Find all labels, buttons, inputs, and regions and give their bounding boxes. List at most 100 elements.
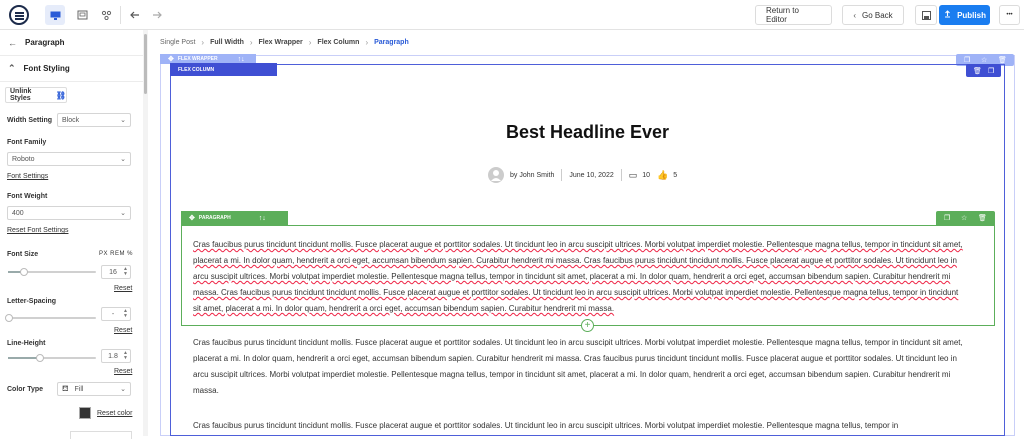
move-up-down-icon[interactable]: ↑↓ [259,215,266,222]
paragraph-text[interactable]: Cras faucibus purus tincidunt tincidunt … [193,335,963,399]
undo-icon[interactable] [125,5,145,25]
font-size-label: Font Size [7,251,39,258]
comment-count: 10 [642,171,651,179]
chevron-down-icon: ⌄ [120,156,126,163]
save-icon[interactable] [915,5,937,25]
paragraph-tools: ❐ ☆ 🗑 [936,211,995,225]
upload-icon [943,10,952,20]
back-arrow-icon[interactable]: ← [8,38,17,48]
app-logo-icon[interactable] [9,5,29,25]
width-setting-label: Width Setting [7,117,53,124]
line-height-value: 1.8 [108,352,118,360]
color-swatch[interactable] [79,407,91,419]
chevron-right-icon: › [365,38,369,47]
add-element-button[interactable]: + [581,319,594,332]
top-toolbar: Return to Editor ‹ Go Back Publish ••• [0,0,1024,30]
font-styling-section[interactable]: ⌃ Font Styling [0,56,147,82]
reset-color-link[interactable]: Reset color [97,410,132,417]
line-height-label: Line-Height [7,340,46,347]
trash-icon[interactable]: 🗑 [978,214,987,222]
breadcrumb: Single Post › Full Width › Flex Wrapper … [160,38,415,47]
font-weight-select[interactable]: 400 ⌄ [7,206,131,220]
chevron-right-icon: › [249,38,253,47]
font-weight-label: Font Weight [7,193,48,200]
comment-icon: ▭ [628,169,638,180]
breadcrumb-item[interactable]: Flex Column [317,39,359,46]
letter-spacing-input[interactable]: - ▲ ▼ [101,307,131,321]
author-name[interactable]: by John Smith [510,172,554,179]
flex-column-tab[interactable]: FLEX COLUMN [170,63,277,76]
font-size-input[interactable]: 16 ▲ ▼ [101,265,131,279]
templates-icon[interactable] [72,5,92,25]
more-icon: ••• [1006,12,1013,18]
paragraph-label: PARAGRAPH [198,215,231,221]
unlink-styles-label: Unlink Styles [10,88,32,102]
link-icon: ⛓ [55,90,66,100]
move-icon: ✥ [168,56,174,63]
next-control-partial [70,431,132,439]
font-size-reset-link[interactable]: Reset [114,285,132,292]
breadcrumb-item[interactable]: Single Post [160,39,195,46]
go-back-label: Go Back [861,10,893,20]
line-height-reset-link[interactable]: Reset [114,368,132,375]
letter-spacing-value: - [111,310,115,318]
stepper-icon[interactable]: ▲ ▼ [123,309,128,319]
post-headline[interactable]: Best Headline Ever [170,122,1005,143]
unlink-styles-button[interactable]: Unlink Styles ⛓ [5,87,67,103]
like-count: 5 [673,171,678,179]
font-size-value: 16 [109,268,117,276]
stepper-icon[interactable]: ▲ ▼ [123,267,128,277]
duplicate-icon[interactable]: ❐ [964,56,970,64]
font-family-value: Roboto [12,155,35,163]
reset-font-settings-link[interactable]: Reset Font Settings [7,227,68,234]
line-height-slider-knob[interactable] [35,354,44,362]
move-icon: ✥ [189,215,195,222]
post-meta: by John Smith June 10, 2022 ▭ 10 👍 5 [488,166,677,184]
width-setting-value: Block [62,116,80,124]
sidebar-scroll-thumb[interactable] [144,34,147,94]
paragraph-text-selected[interactable]: Cras faucibus purus tincidunt tincidunt … [193,237,963,317]
structure-icon[interactable] [96,5,116,25]
duplicate-icon[interactable]: ❐ [988,67,994,75]
sidebar-title: Paragraph [25,38,65,47]
star-icon[interactable]: ☆ [981,56,987,64]
width-setting-select[interactable]: Block ⌄ [57,113,131,127]
return-to-editor-button[interactable]: Return to Editor [755,5,832,25]
font-size-unit-toggle[interactable]: PX REM % [99,251,133,257]
chevron-down-icon: ⌄ [120,386,126,393]
flex-column-label: FLEX COLUMN [178,66,215,73]
paragraph-tab[interactable]: ✥ PARAGRAPH ↑↓ [181,211,288,225]
like-icon[interactable]: 👍 [657,170,668,181]
duplicate-icon[interactable]: ❐ [944,214,950,222]
trash-icon[interactable]: 🗑 [998,56,1007,64]
line-height-input[interactable]: 1.8 ▲ ▼ [101,349,131,363]
color-type-select[interactable]: ⛾ Fill ⌄ [57,382,131,396]
font-settings-link[interactable]: Font Settings [7,173,48,180]
letter-spacing-slider[interactable] [5,314,96,322]
paragraph-text[interactable]: Cras faucibus purus tincidunt tincidunt … [193,418,963,434]
line-height-slider[interactable] [8,354,96,362]
font-size-slider[interactable] [8,268,96,276]
fill-bucket-icon: ⛾ [62,384,69,393]
desktop-view-icon[interactable] [45,5,65,25]
letter-spacing-slider-knob[interactable] [5,314,13,322]
chevron-right-icon: › [201,38,205,47]
stepper-icon[interactable]: ▲ ▼ [123,351,128,361]
breadcrumb-item-current[interactable]: Paragraph [374,39,409,46]
star-icon[interactable]: ☆ [961,214,967,222]
publish-label: Publish [957,10,986,20]
trash-icon[interactable]: 🗑 [973,67,982,75]
font-size-slider-knob[interactable] [19,268,28,276]
breadcrumb-item[interactable]: Full Width [210,39,244,46]
move-up-down-icon[interactable]: ↑↓ [238,56,245,63]
sidebar-header[interactable]: ← Paragraph [0,30,147,56]
go-back-button[interactable]: ‹ Go Back [842,5,904,25]
section-title: Font Styling [23,64,70,73]
more-options-button[interactable]: ••• [999,5,1020,25]
font-family-select[interactable]: Roboto ⌄ [7,152,131,166]
chevron-down-icon: ⌄ [120,210,126,217]
letter-spacing-reset-link[interactable]: Reset [114,327,132,334]
publish-button[interactable]: Publish [939,5,990,25]
redo-icon[interactable] [147,5,167,25]
breadcrumb-item[interactable]: Flex Wrapper [259,39,303,46]
